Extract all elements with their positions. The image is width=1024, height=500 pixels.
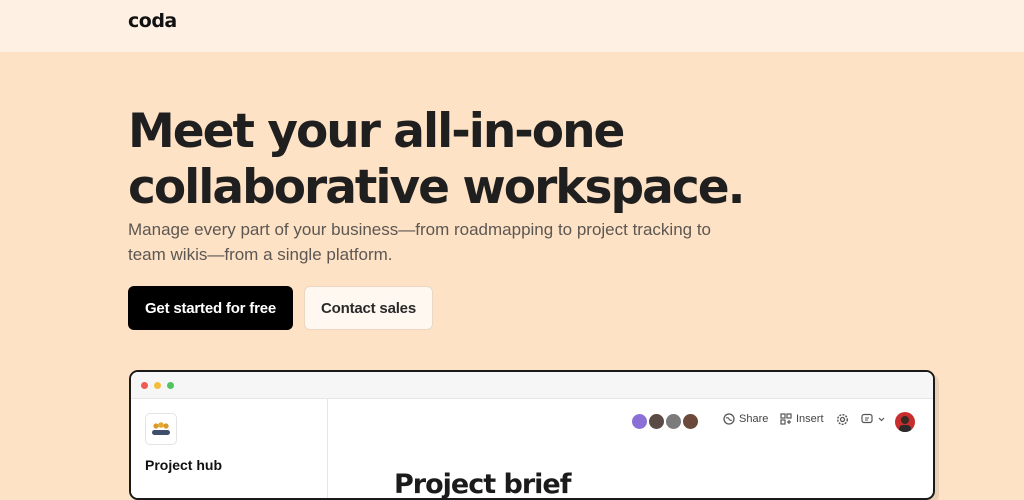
window-maximize-dot	[167, 382, 174, 389]
doc-title[interactable]: Project hub	[145, 457, 222, 473]
insert-label: Insert	[796, 413, 824, 425]
avatar	[681, 412, 700, 431]
doc-sidebar: Project hub	[131, 399, 328, 498]
window-close-dot	[141, 382, 148, 389]
share-label: Share	[739, 413, 769, 425]
grid-insert-icon	[780, 413, 792, 425]
hero-title: Meet your all-in-one collaborative works…	[128, 104, 745, 215]
collaborator-avatars[interactable]	[630, 412, 710, 432]
doc-main: Share Insert Project brief	[328, 399, 933, 500]
insert-button[interactable]: Insert	[780, 413, 824, 425]
comments-button[interactable]	[861, 413, 885, 426]
gear-icon	[836, 413, 849, 426]
doc-heading: Project brief	[394, 469, 571, 500]
chevron-down-icon	[878, 417, 885, 422]
user-photo-icon	[899, 416, 911, 432]
doc-icon[interactable]	[145, 413, 177, 445]
get-started-button[interactable]: Get started for free	[128, 286, 293, 330]
user-avatar[interactable]	[895, 412, 915, 432]
window-titlebar	[131, 372, 933, 399]
contact-sales-button[interactable]: Contact sales	[304, 286, 433, 330]
window-minimize-dot	[154, 382, 161, 389]
share-button[interactable]: Share	[723, 413, 768, 425]
globe-icon	[723, 413, 735, 425]
settings-button[interactable]	[836, 413, 849, 426]
hero-subtitle: Manage every part of your business—from …	[128, 220, 712, 264]
comment-icon	[861, 413, 873, 424]
app-preview-window: Project hub Share Insert Project brief	[129, 370, 935, 500]
team-people-icon	[152, 422, 170, 435]
coda-logo[interactable]: coda	[128, 10, 177, 32]
site-header: coda	[0, 0, 1024, 52]
